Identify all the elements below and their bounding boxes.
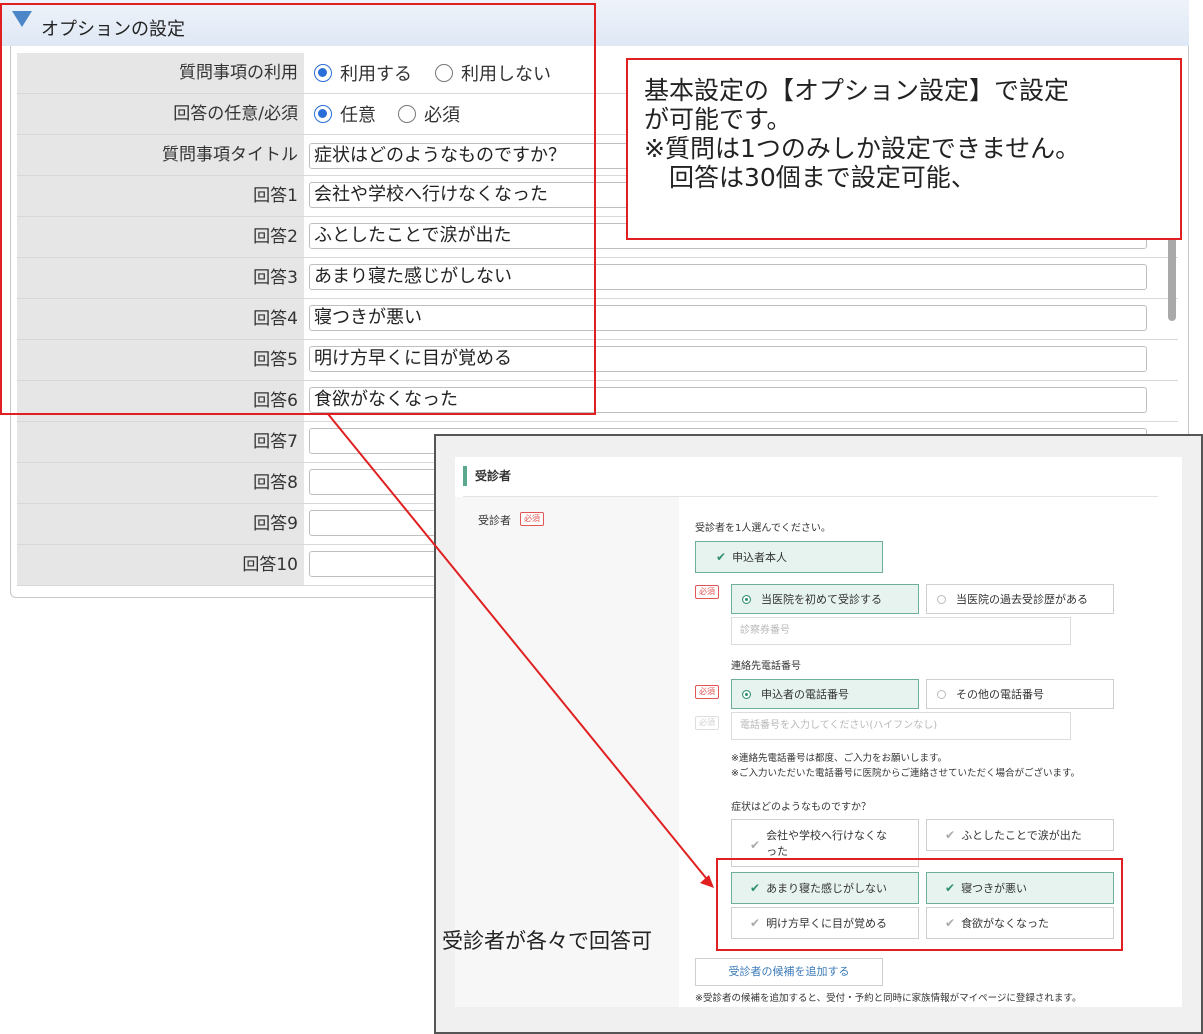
note-box: 基本設定の【オプション設定】で設定 が可能です。 ※質問は1つのみしか設定できま…: [626, 58, 1182, 240]
footer-note: ※受診者の候補を追加すると、受付・予約と同時に家族情報がマイページに登録されます…: [695, 993, 1082, 1004]
section-accent-bar: [463, 466, 467, 486]
select-prompt: 受診者を1人選んでください。: [695, 523, 831, 534]
applicant-phone-option[interactable]: 申込者の電話番号: [731, 679, 919, 709]
highlight-answers-frame: [716, 858, 1123, 951]
row-label: 回答9: [17, 504, 304, 544]
option-label: 当医院を初めて受診する: [761, 593, 882, 606]
radio-icon: [937, 594, 946, 604]
option-label: 当医院の過去受診歴がある: [956, 593, 1088, 606]
option-label: 申込者の電話番号: [761, 688, 849, 701]
required-tag: 必須: [695, 585, 719, 599]
radio-icon: [742, 594, 751, 604]
phone-note: ※連絡先電話番号は都度、ご入力をお願いします。: [731, 753, 948, 764]
check-icon: ✔: [716, 550, 727, 564]
note-line: 基本設定の【オプション設定】で設定: [644, 76, 1070, 105]
row-label: 回答8: [17, 463, 304, 503]
card-number-input[interactable]: 診察券番号: [731, 617, 1071, 645]
note-line: が可能です。: [644, 105, 792, 134]
applicant-button[interactable]: ✔ 申込者本人: [695, 541, 883, 573]
check-icon: ✔: [750, 838, 761, 852]
answer-choice[interactable]: ✔ ふとしたことで涙が出た: [926, 819, 1114, 851]
required-tag: 必須: [695, 716, 719, 730]
option-label: その他の電話番号: [956, 688, 1044, 701]
button-label: 申込者本人: [732, 551, 788, 564]
first-visit-option[interactable]: 当医院を初めて受診する: [731, 584, 919, 614]
choice-label: 会社や学校へ行けなくな った: [766, 829, 888, 858]
other-phone-option[interactable]: その他の電話番号: [926, 679, 1114, 709]
row-label: 回答10: [17, 545, 304, 585]
scrollbar-thumb[interactable]: [1168, 235, 1176, 321]
note-line: ※質問は1つのみしか設定できません。: [644, 134, 1081, 163]
choice-label: ふとしたことで涙が出た: [961, 829, 1082, 842]
row-label: 回答7: [17, 422, 304, 462]
phone-label: 連絡先電話番号: [731, 661, 801, 672]
field-label: 受診者: [478, 514, 511, 527]
check-icon: ✔: [945, 828, 956, 842]
past-visit-option[interactable]: 当医院の過去受診歴がある: [926, 584, 1114, 614]
radio-icon: [937, 689, 946, 699]
section-title: 受診者: [475, 469, 512, 483]
note-line: 回答は30個まで設定可能、: [644, 163, 976, 192]
highlight-options-frame: [0, 3, 596, 415]
required-tag: 必須: [520, 512, 544, 526]
answer-caption: 受診者が各々で回答可: [442, 929, 652, 953]
section-divider: [463, 496, 1158, 497]
phone-note: ※ご入力いただいた電話番号に医院からご連絡させていただく場合がございます。: [731, 768, 1081, 779]
phone-input[interactable]: 電話番号を入力してください(ハイフンなし): [731, 712, 1071, 740]
radio-icon: [742, 689, 751, 699]
required-tag: 必須: [695, 685, 719, 699]
add-candidate-button[interactable]: 受診者の候補を追加する: [695, 958, 883, 986]
question-title: 症状はどのようなものですか？: [731, 802, 871, 813]
